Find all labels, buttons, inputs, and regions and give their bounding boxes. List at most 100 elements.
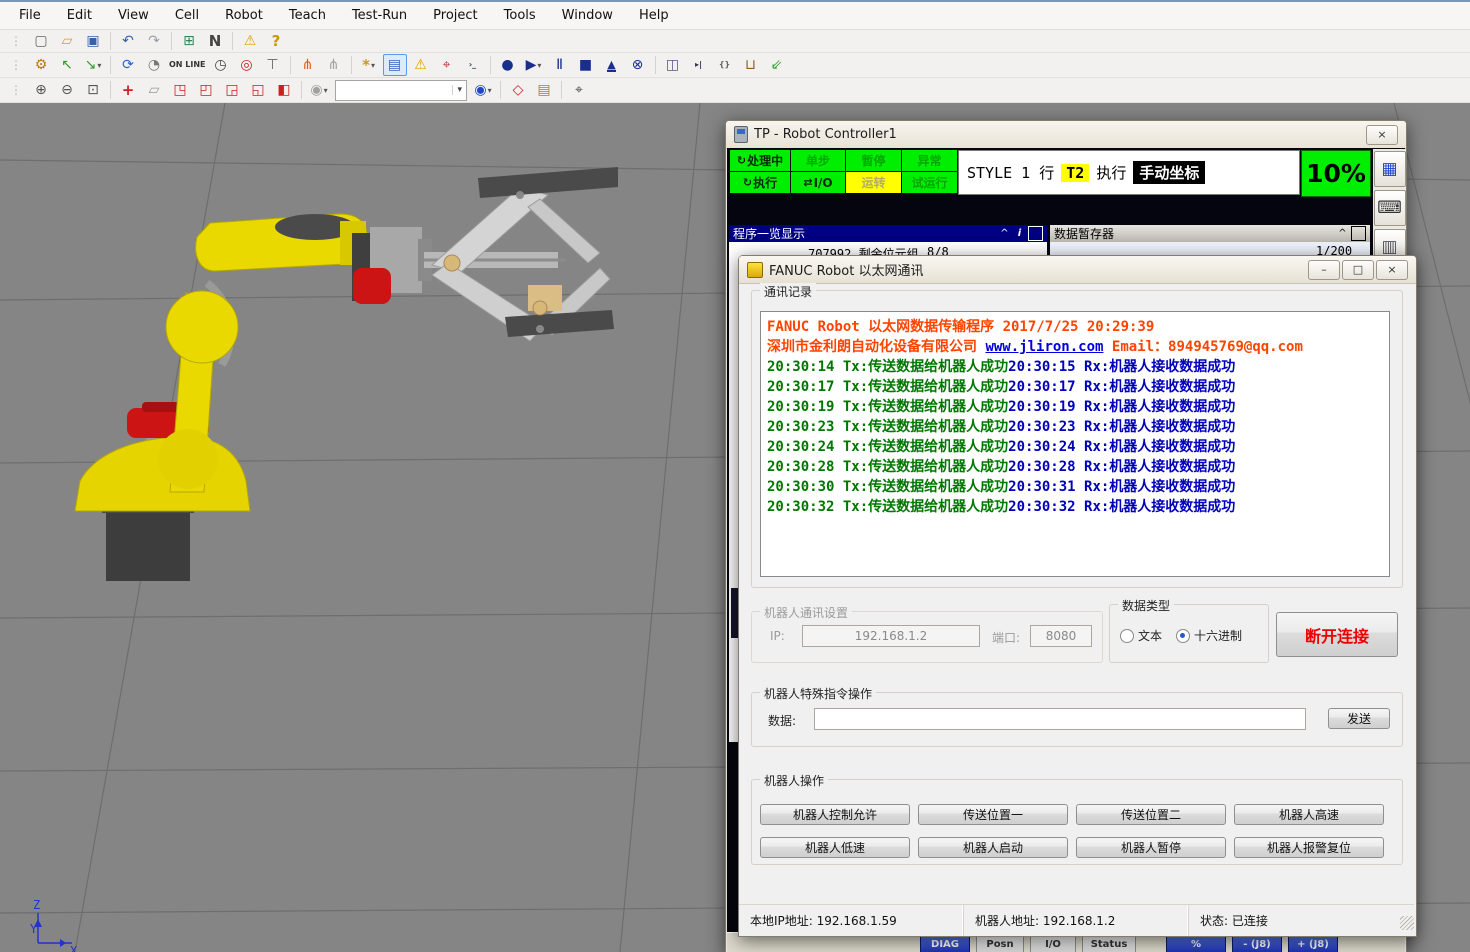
cancel-icon[interactable]: ⊗	[626, 54, 650, 76]
measure-icon[interactable]: ▤	[532, 79, 556, 101]
alarm-icon[interactable]: ⚠	[409, 54, 433, 76]
dialog-titlebar[interactable]: FANUC Robot 以太网通讯 – □ ×	[739, 256, 1416, 284]
record-icon[interactable]: ●	[496, 54, 520, 76]
save-icon[interactable]: ▣	[81, 30, 105, 52]
menu-test-run[interactable]: Test-Run	[339, 4, 420, 27]
send-position-1-button[interactable]: 传送位置一	[918, 804, 1068, 825]
panel-maximize-icon[interactable]	[1351, 226, 1366, 241]
menu-robot[interactable]: Robot	[212, 4, 276, 27]
gauge-icon[interactable]: ◔	[142, 54, 166, 76]
target-icon[interactable]: ◎	[235, 54, 259, 76]
find-target-icon[interactable]: ⌖	[435, 54, 459, 76]
comm-log[interactable]: FANUC Robot 以太网数据传输程序 2017/7/25 20:29:39…	[760, 311, 1390, 577]
profile-icon[interactable]: ⊔	[739, 54, 763, 76]
send-button[interactable]: 发送	[1328, 708, 1390, 729]
menu-cell[interactable]: Cell	[162, 4, 212, 27]
new-file-icon[interactable]: ▢	[29, 30, 53, 52]
robot-start-button[interactable]: 机器人启动	[918, 837, 1068, 858]
softkey-diag[interactable]: DIAG	[920, 935, 970, 952]
signpost-icon[interactable]: ⊤	[261, 54, 285, 76]
zoom-window-icon[interactable]: ⊡	[81, 79, 105, 101]
center-view-icon[interactable]: +	[116, 79, 140, 101]
program-list-titlebar[interactable]: 程序一览显示 ^ i	[729, 225, 1047, 242]
panel-info-icon[interactable]: i	[1013, 227, 1026, 240]
terminal-icon[interactable]: ›_	[461, 54, 485, 76]
softkey-io[interactable]: I/O	[1030, 935, 1076, 952]
send-position-2-button[interactable]: 传送位置二	[1076, 804, 1226, 825]
cell-tree-icon[interactable]: ⊞	[177, 30, 201, 52]
eject-icon[interactable]: ▲	[600, 54, 624, 76]
softkey-status[interactable]: Status	[1082, 935, 1136, 952]
robot-swap-icon[interactable]: ⟳	[116, 54, 140, 76]
view-preset-combobox[interactable]: ▾	[335, 80, 467, 101]
menu-window[interactable]: Window	[549, 4, 626, 27]
pause-icon[interactable]: Ⅱ	[548, 54, 572, 76]
zoom-in-icon[interactable]: ⊕	[29, 79, 53, 101]
softkey-plus-j8[interactable]: + (J8)	[1288, 935, 1338, 952]
menu-file[interactable]: File	[6, 4, 54, 27]
import-icon[interactable]: ⇙	[765, 54, 789, 76]
floor-plane-icon[interactable]: ▱	[142, 79, 166, 101]
cube-back-icon[interactable]: ◧	[272, 79, 296, 101]
maximize-button[interactable]: □	[1342, 260, 1374, 280]
zoom-out-icon[interactable]: ⊖	[55, 79, 79, 101]
robot-pause-button[interactable]: 机器人暂停	[1076, 837, 1226, 858]
data-input[interactable]	[814, 708, 1306, 730]
wireframe-cube-icon[interactable]: ◇	[506, 79, 530, 101]
cell-properties-icon[interactable]: ⚙	[29, 54, 53, 76]
gripper-open-icon[interactable]: ⋔	[296, 54, 320, 76]
play-icon[interactable]: ▶▾	[522, 54, 546, 76]
robot-program-icon[interactable]: *▾	[357, 54, 381, 76]
pixel-panel-icon[interactable]: ▦	[1374, 151, 1406, 187]
cube-iso-icon[interactable]: ◱	[246, 79, 270, 101]
menu-help[interactable]: Help	[626, 4, 682, 27]
minimize-button[interactable]: –	[1308, 260, 1340, 280]
menu-tools[interactable]: Tools	[491, 4, 549, 27]
panel-collapse-icon[interactable]: ^	[1336, 227, 1349, 240]
jog-world-icon[interactable]: ↖	[55, 54, 79, 76]
io-config-icon[interactable]: {}	[713, 54, 737, 76]
jog-tool-icon[interactable]: ↘▾	[81, 54, 105, 76]
robot-alarm-reset-button[interactable]: 机器人报警复位	[1234, 837, 1384, 858]
company-link[interactable]: www.jliron.com	[985, 339, 1103, 355]
register-panel-titlebar[interactable]: 数据暂存器 ^	[1050, 225, 1370, 242]
keyboard-icon[interactable]: ⌨	[1374, 190, 1406, 226]
gripper-ghost-icon[interactable]: ⋔	[322, 54, 346, 76]
datatype-radio-text[interactable]: 文本	[1120, 627, 1162, 644]
robot-control-enable-button[interactable]: 机器人控制允许	[760, 804, 910, 825]
menu-project[interactable]: Project	[420, 4, 490, 27]
tp-titlebar[interactable]: TP - Robot Controller1 ×	[726, 121, 1406, 149]
redo-icon[interactable]: ↷	[142, 30, 166, 52]
cube-front-icon[interactable]: ◰	[194, 79, 218, 101]
teach-pendant-icon[interactable]: ▤	[383, 54, 407, 76]
camera-view-icon[interactable]: ◉▾	[307, 79, 331, 101]
undo-icon[interactable]: ↶	[116, 30, 140, 52]
cube-right-icon[interactable]: ◲	[220, 79, 244, 101]
renumber-icon[interactable]: N	[203, 30, 227, 52]
robot-low-speed-button[interactable]: 机器人低速	[760, 837, 910, 858]
resize-grip[interactable]	[1400, 916, 1414, 930]
mouse-icon[interactable]: ⌖	[567, 79, 591, 101]
menu-edit[interactable]: Edit	[54, 4, 105, 27]
softkey-percent[interactable]: %	[1166, 935, 1226, 952]
softkey-minus-j8[interactable]: - (J8)	[1232, 935, 1282, 952]
stop-icon[interactable]: ■	[574, 54, 598, 76]
menu-view[interactable]: View	[105, 4, 162, 27]
menu-teach[interactable]: Teach	[276, 4, 339, 27]
robot-high-speed-button[interactable]: 机器人高速	[1234, 804, 1384, 825]
run-panel-icon[interactable]: ▸|	[687, 54, 711, 76]
fanuc-robot[interactable]	[75, 167, 618, 581]
tp-close-button[interactable]: ×	[1366, 125, 1398, 145]
close-button[interactable]: ×	[1376, 260, 1408, 280]
online-icon[interactable]: ON LINE	[168, 54, 207, 76]
datatype-radio-hex[interactable]: 十六进制	[1176, 627, 1242, 644]
softkey-posn[interactable]: Posn	[976, 935, 1024, 952]
panel-maximize-icon[interactable]	[1028, 226, 1043, 241]
disconnect-button[interactable]: 断开连接	[1276, 612, 1398, 657]
cube-top-icon[interactable]: ◳	[168, 79, 192, 101]
alarm-save-icon[interactable]: ⚠	[238, 30, 262, 52]
open-folder-icon[interactable]: ▱	[55, 30, 79, 52]
help-icon[interactable]: ?	[264, 30, 288, 52]
panel-collapse-icon[interactable]: ^	[998, 227, 1011, 240]
camera-record-icon[interactable]: ◉▾	[471, 79, 495, 101]
